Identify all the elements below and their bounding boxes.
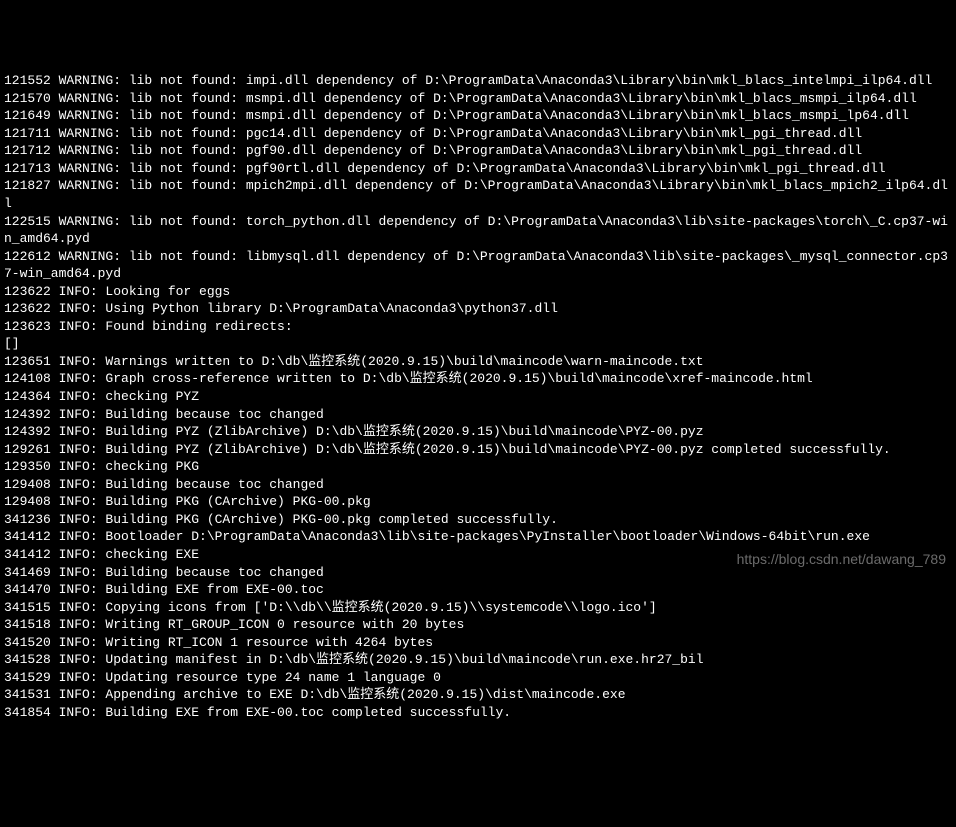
- log-line: 124364 INFO: checking PYZ: [4, 388, 952, 406]
- log-line: 129350 INFO: checking PKG: [4, 458, 952, 476]
- log-line: 121827 WARNING: lib not found: mpich2mpi…: [4, 177, 952, 212]
- log-line: 341531 INFO: Appending archive to EXE D:…: [4, 686, 952, 704]
- log-line: 341518 INFO: Writing RT_GROUP_ICON 0 res…: [4, 616, 952, 634]
- log-line: 122515 WARNING: lib not found: torch_pyt…: [4, 213, 952, 248]
- log-line: 341854 INFO: Building EXE from EXE-00.to…: [4, 704, 952, 722]
- log-line: 341528 INFO: Updating manifest in D:\db\…: [4, 651, 952, 669]
- log-line: 123622 INFO: Looking for eggs: [4, 283, 952, 301]
- log-line: 341236 INFO: Building PKG (CArchive) PKG…: [4, 511, 952, 529]
- log-line: 124392 INFO: Building PYZ (ZlibArchive) …: [4, 423, 952, 441]
- log-line: 122612 WARNING: lib not found: libmysql.…: [4, 248, 952, 283]
- terminal-output: 121552 WARNING: lib not found: impi.dll …: [4, 72, 952, 721]
- log-line: 123623 INFO: Found binding redirects:: [4, 318, 952, 336]
- log-line: 121570 WARNING: lib not found: msmpi.dll…: [4, 90, 952, 108]
- log-line: 123651 INFO: Warnings written to D:\db\监…: [4, 353, 952, 371]
- log-line: 121711 WARNING: lib not found: pgc14.dll…: [4, 125, 952, 143]
- log-line: 341515 INFO: Copying icons from ['D:\\db…: [4, 599, 952, 617]
- log-line: 129408 INFO: Building PKG (CArchive) PKG…: [4, 493, 952, 511]
- log-line: 341520 INFO: Writing RT_ICON 1 resource …: [4, 634, 952, 652]
- log-line: 123622 INFO: Using Python library D:\Pro…: [4, 300, 952, 318]
- log-line: 341470 INFO: Building EXE from EXE-00.to…: [4, 581, 952, 599]
- log-line: 121649 WARNING: lib not found: msmpi.dll…: [4, 107, 952, 125]
- log-line: 341412 INFO: Bootloader D:\ProgramData\A…: [4, 528, 952, 546]
- log-line: 124108 INFO: Graph cross-reference writt…: [4, 370, 952, 388]
- log-line: 121712 WARNING: lib not found: pgf90.dll…: [4, 142, 952, 160]
- watermark-text: https://blog.csdn.net/dawang_789: [737, 550, 946, 569]
- log-line: 121713 WARNING: lib not found: pgf90rtl.…: [4, 160, 952, 178]
- log-line: 129261 INFO: Building PYZ (ZlibArchive) …: [4, 441, 952, 459]
- log-line: 341529 INFO: Updating resource type 24 n…: [4, 669, 952, 687]
- log-line: []: [4, 335, 952, 353]
- log-line: 129408 INFO: Building because toc change…: [4, 476, 952, 494]
- log-line: 124392 INFO: Building because toc change…: [4, 406, 952, 424]
- log-line: 121552 WARNING: lib not found: impi.dll …: [4, 72, 952, 90]
